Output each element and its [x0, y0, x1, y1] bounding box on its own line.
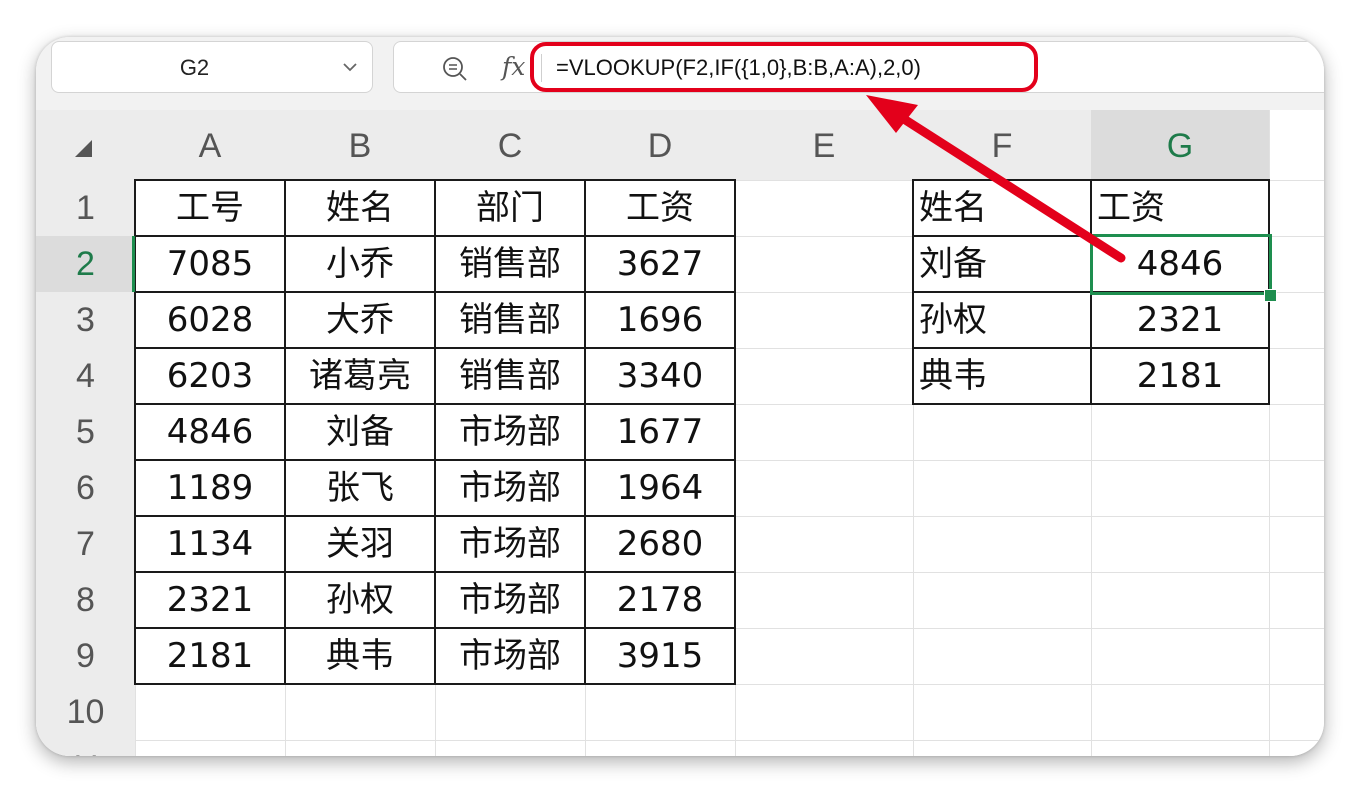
table-cell[interactable]: 6028 — [135, 292, 285, 348]
lookup-cell[interactable]: 刘备 — [913, 236, 1091, 292]
table-border — [434, 180, 436, 685]
column-header-a[interactable]: A — [135, 110, 285, 180]
row-gridline — [36, 740, 1324, 741]
table-cell[interactable]: 2178 — [585, 572, 735, 628]
table-cell[interactable]: 市场部 — [435, 516, 585, 572]
table-cell[interactable]: 7085 — [135, 236, 285, 292]
select-all-corner[interactable] — [36, 110, 135, 180]
table-border — [912, 179, 1270, 181]
function-icon[interactable]: fx — [502, 52, 525, 81]
column-header-b[interactable]: B — [285, 110, 435, 180]
table-cell[interactable]: 3340 — [585, 348, 735, 404]
table-cell[interactable]: 2181 — [135, 628, 285, 684]
table-cell[interactable]: 工号 — [135, 180, 285, 236]
table-cell[interactable]: 1696 — [585, 292, 735, 348]
table-cell[interactable]: 典韦 — [285, 628, 435, 684]
lookup-cell[interactable]: 2181 — [1091, 348, 1269, 404]
table-cell[interactable]: 销售部 — [435, 348, 585, 404]
row-header-10[interactable]: 10 — [36, 684, 135, 740]
table-cell[interactable]: 小乔 — [285, 236, 435, 292]
table-cell[interactable]: 姓名 — [285, 180, 435, 236]
formula-input[interactable]: =VLOOKUP(F2,IF({1,0},B:B,A:A),2,0) — [556, 55, 921, 81]
table-border — [584, 180, 586, 685]
table-cell[interactable]: 1964 — [585, 460, 735, 516]
table-border — [134, 571, 736, 573]
row-header-2[interactable]: 2 — [36, 236, 135, 292]
table-cell[interactable]: 2680 — [585, 516, 735, 572]
table-cell[interactable]: 3915 — [585, 628, 735, 684]
formula-toolbar: G2 fx =VLOOKUP(F2,IF({1,0},B:B,A:A),2,0) — [36, 37, 1324, 110]
row-header-8[interactable]: 8 — [36, 572, 135, 628]
table-border — [134, 459, 736, 461]
row-header-4[interactable]: 4 — [36, 348, 135, 404]
table-border — [912, 347, 1270, 349]
table-cell[interactable]: 市场部 — [435, 460, 585, 516]
column-header-d[interactable]: D — [585, 110, 735, 180]
table-cell[interactable]: 1677 — [585, 404, 735, 460]
table-border — [134, 179, 736, 181]
table-cell[interactable]: 关羽 — [285, 516, 435, 572]
column-header-f[interactable]: F — [913, 110, 1091, 180]
selected-cell-g2[interactable] — [1090, 234, 1272, 295]
table-cell[interactable]: 2321 — [135, 572, 285, 628]
table-cell[interactable]: 孙权 — [285, 572, 435, 628]
table-border — [134, 291, 736, 293]
lookup-cell[interactable]: 姓名 — [913, 180, 1091, 236]
row-header-1[interactable]: 1 — [36, 180, 135, 236]
table-cell[interactable]: 销售部 — [435, 236, 585, 292]
formula-separator — [541, 54, 542, 82]
table-border — [134, 403, 736, 405]
table-cell[interactable]: 3627 — [585, 236, 735, 292]
lookup-cell[interactable]: 2321 — [1091, 292, 1269, 348]
name-box-value: G2 — [179, 55, 210, 80]
table-border — [134, 235, 736, 237]
table-border — [134, 515, 736, 517]
row-header-5[interactable]: 5 — [36, 404, 135, 460]
fill-handle[interactable] — [1264, 289, 1277, 302]
table-border — [134, 627, 736, 629]
table-cell[interactable]: 6203 — [135, 348, 285, 404]
lookup-cell[interactable]: 典韦 — [913, 348, 1091, 404]
table-cell[interactable]: 1134 — [135, 516, 285, 572]
table-cell[interactable]: 市场部 — [435, 572, 585, 628]
table-cell[interactable]: 市场部 — [435, 628, 585, 684]
row-header-11[interactable]: 11 — [36, 740, 135, 756]
chevron-down-icon[interactable] — [342, 62, 358, 72]
column-header-e[interactable]: E — [735, 110, 913, 180]
name-box[interactable]: G2 — [51, 41, 373, 93]
lookup-cell[interactable]: 工资 — [1091, 180, 1269, 236]
table-border — [734, 180, 736, 685]
column-header-c[interactable]: C — [435, 110, 585, 180]
table-border — [134, 347, 736, 349]
table-cell[interactable]: 刘备 — [285, 404, 435, 460]
sheet-grid[interactable]: ABCDEFG1234567891011工号姓名部门工资7085小乔销售部362… — [36, 110, 1324, 756]
row-header-3[interactable]: 3 — [36, 292, 135, 348]
table-border — [134, 683, 736, 685]
table-border — [284, 180, 286, 685]
table-cell[interactable]: 诸葛亮 — [285, 348, 435, 404]
table-cell[interactable]: 4846 — [135, 404, 285, 460]
row-header-7[interactable]: 7 — [36, 516, 135, 572]
formula-bar[interactable]: fx =VLOOKUP(F2,IF({1,0},B:B,A:A),2,0) — [393, 41, 1324, 93]
active-row-marker — [132, 236, 135, 292]
row-header-6[interactable]: 6 — [36, 460, 135, 516]
table-cell[interactable]: 部门 — [435, 180, 585, 236]
row-header-9[interactable]: 9 — [36, 628, 135, 684]
lookup-cell[interactable]: 孙权 — [913, 292, 1091, 348]
table-cell[interactable]: 张飞 — [285, 460, 435, 516]
table-border — [912, 403, 1270, 405]
table-cell[interactable]: 大乔 — [285, 292, 435, 348]
table-cell[interactable]: 工资 — [585, 180, 735, 236]
select-all-icon — [75, 140, 92, 157]
spreadsheet-window: G2 fx =VLOOKUP(F2,IF({1,0},B:B,A:A),2,0)… — [36, 37, 1324, 756]
zoom-icon[interactable] — [442, 56, 468, 82]
column-header-g[interactable]: G — [1091, 110, 1269, 180]
table-cell[interactable]: 市场部 — [435, 404, 585, 460]
table-cell[interactable]: 销售部 — [435, 292, 585, 348]
table-cell[interactable]: 1189 — [135, 460, 285, 516]
